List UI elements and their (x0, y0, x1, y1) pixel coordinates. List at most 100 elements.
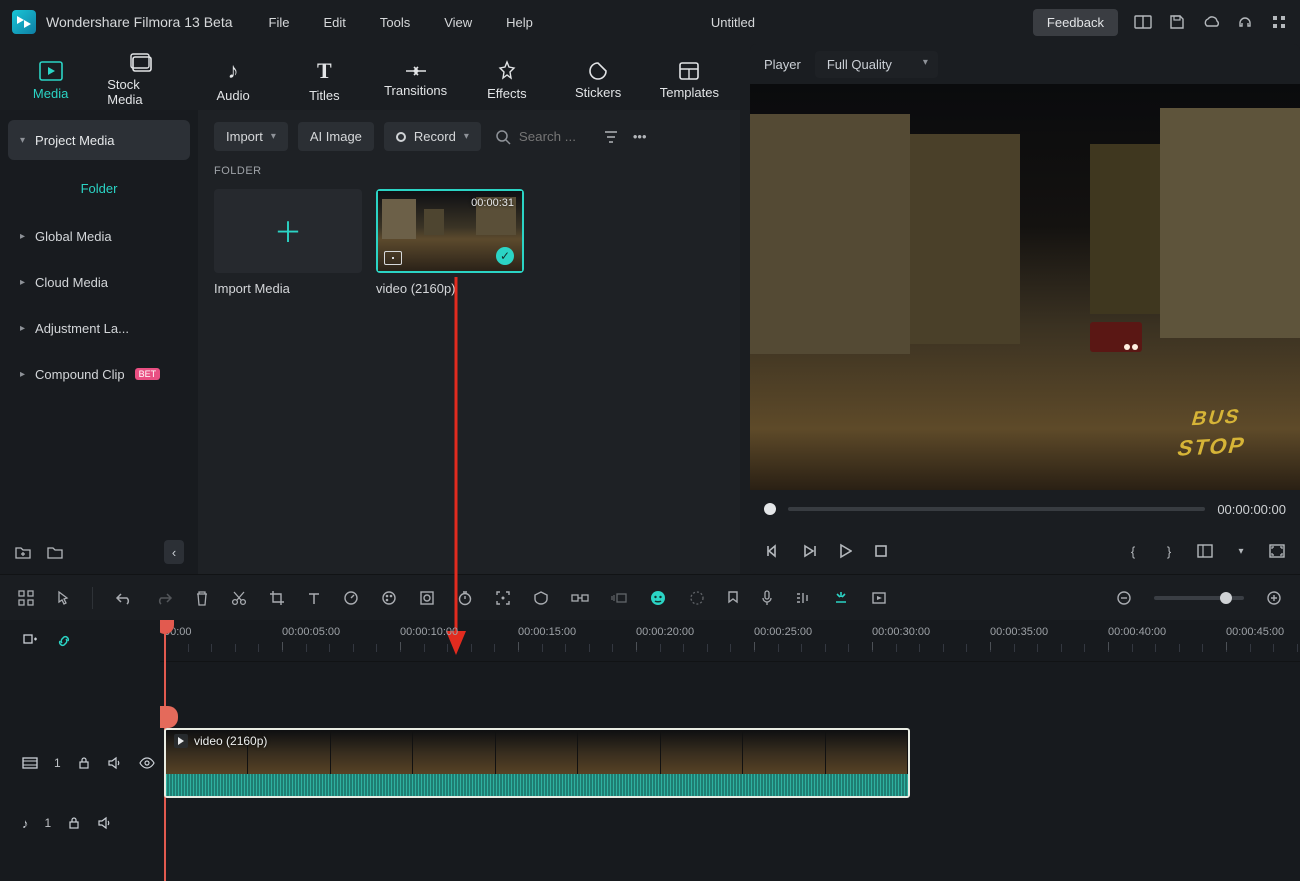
lock-icon[interactable] (77, 756, 91, 770)
more-icon[interactable]: ••• (633, 129, 647, 144)
tab-templates[interactable]: Templates (655, 50, 724, 110)
import-dropdown[interactable]: Import▾ (214, 122, 288, 151)
razor-handle[interactable] (160, 706, 178, 728)
zoom-slider[interactable] (1154, 596, 1244, 600)
sidebar-project-media[interactable]: ▾Project Media (8, 120, 190, 160)
play-icon (174, 734, 188, 748)
marker-icon[interactable] (727, 590, 739, 606)
search-input[interactable] (519, 129, 589, 144)
mute-icon[interactable] (97, 816, 113, 830)
green-screen-icon[interactable] (419, 590, 435, 606)
timeline-ruler[interactable]: 00:0000:00:05:0000:00:10:0000:00:15:0000… (160, 620, 1300, 662)
mic-icon[interactable] (761, 590, 773, 606)
enhance-icon[interactable] (689, 590, 705, 606)
preview-viewport[interactable]: BUS STOP (750, 84, 1300, 490)
tab-titles[interactable]: TTitles (290, 50, 359, 110)
mute-icon[interactable] (107, 756, 123, 770)
mask-icon[interactable] (533, 590, 549, 606)
zoom-out-icon[interactable] (1116, 590, 1132, 606)
audio-mix-icon[interactable] (795, 591, 811, 605)
ruler-tick: 00:00:20:00 (636, 626, 694, 638)
video-clip-card[interactable]: 00:00:31 ✓ (376, 189, 524, 273)
keyframe-icon[interactable] (571, 591, 589, 605)
pointer-icon[interactable] (56, 590, 70, 606)
stop-icon[interactable] (872, 542, 890, 560)
link-icon[interactable] (56, 633, 72, 649)
timeline-clip[interactable]: video (2160p) (164, 728, 910, 798)
menu-file[interactable]: File (269, 15, 290, 30)
lock-icon[interactable] (67, 816, 81, 830)
ruler-tick: 00:00:35:00 (990, 626, 1048, 638)
redo-icon[interactable] (155, 591, 173, 605)
import-media-card[interactable]: ＋ (214, 189, 362, 273)
text-icon[interactable] (307, 591, 321, 605)
ruler-tick: 00:00:25:00 (754, 626, 812, 638)
tab-audio[interactable]: ♪Audio (199, 50, 268, 110)
video-track-icon (22, 756, 38, 770)
zoom-in-icon[interactable] (1266, 590, 1282, 606)
added-check-icon: ✓ (496, 247, 514, 265)
record-dropdown[interactable]: Record▾ (384, 122, 481, 151)
color-icon[interactable] (381, 590, 397, 606)
headset-icon[interactable] (1236, 13, 1254, 31)
aspect-chevron-icon[interactable]: ▾ (1232, 542, 1250, 560)
collapse-sidebar-icon[interactable]: ‹ (164, 540, 184, 564)
sidebar-global-media[interactable]: ▸Global Media (8, 216, 190, 256)
menu-tools[interactable]: Tools (380, 15, 410, 30)
timecode: 00:00:00:00 (1217, 502, 1286, 517)
render-icon[interactable] (871, 591, 887, 605)
preview-panel: Player Full Quality BUS STOP 00:00:00:00 (750, 44, 1300, 574)
timeline: 1 ♪ 1 00:0000:00:05:0000:00:10:0000:00:1… (0, 620, 1300, 881)
layout-icon[interactable] (1134, 13, 1152, 31)
project-name: Untitled (433, 15, 1033, 30)
play-icon[interactable] (836, 542, 854, 560)
feedback-button[interactable]: Feedback (1033, 9, 1118, 36)
tab-media[interactable]: Media (16, 50, 85, 110)
playhead-knob[interactable] (764, 503, 776, 515)
progress-track[interactable] (788, 507, 1205, 511)
apps-icon[interactable] (1270, 13, 1288, 31)
timer-icon[interactable] (457, 590, 473, 606)
crop-icon[interactable] (269, 590, 285, 606)
ai-image-button[interactable]: AI Image (298, 122, 374, 151)
cloud-icon[interactable] (1202, 13, 1220, 31)
tab-effects[interactable]: Effects (472, 50, 541, 110)
sidebar-cloud-media[interactable]: ▸Cloud Media (8, 262, 190, 302)
delete-icon[interactable] (195, 590, 209, 606)
add-track-icon[interactable] (22, 633, 38, 649)
undo-icon[interactable] (115, 591, 133, 605)
fullscreen-icon[interactable] (1268, 542, 1286, 560)
filter-icon[interactable] (603, 129, 619, 145)
mark-out-icon[interactable]: } (1160, 542, 1178, 560)
save-icon[interactable] (1168, 13, 1186, 31)
folder-icon[interactable] (46, 543, 64, 561)
app-title: Wondershare Filmora 13 Beta (46, 14, 233, 30)
menu-edit[interactable]: Edit (323, 15, 345, 30)
app-logo-icon (12, 10, 36, 34)
cut-icon[interactable] (231, 590, 247, 606)
sidebar-folder[interactable]: Folder (8, 166, 190, 210)
audio-track-header[interactable]: ♪ 1 (0, 798, 160, 848)
clip-waveform (166, 774, 908, 798)
ruler-tick: 00:00:40:00 (1108, 626, 1166, 638)
tab-transitions[interactable]: Transitions (381, 50, 450, 110)
sidebar-compound-clip[interactable]: ▸Compound ClipBET (8, 354, 190, 394)
ai-icon[interactable] (649, 589, 667, 607)
tab-stock-media[interactable]: Stock Media (107, 50, 176, 110)
tab-stickers[interactable]: Stickers (564, 50, 633, 110)
plus-icon: ＋ (274, 211, 302, 251)
mark-in-icon[interactable]: { (1124, 542, 1142, 560)
aspect-icon[interactable] (1196, 542, 1214, 560)
play-pause-icon[interactable] (800, 542, 818, 560)
video-track-header[interactable]: 1 (0, 728, 160, 798)
auto-reframe-icon[interactable] (495, 590, 511, 606)
magnet-icon[interactable] (833, 590, 849, 606)
prev-frame-icon[interactable] (764, 542, 782, 560)
motion-icon[interactable] (611, 591, 627, 605)
eye-icon[interactable] (139, 757, 155, 769)
grid-icon[interactable] (18, 590, 34, 606)
quality-dropdown[interactable]: Full Quality (815, 51, 938, 78)
new-folder-icon[interactable] (14, 543, 32, 561)
speed-icon[interactable] (343, 590, 359, 606)
sidebar-adjustment-layer[interactable]: ▸Adjustment La... (8, 308, 190, 348)
